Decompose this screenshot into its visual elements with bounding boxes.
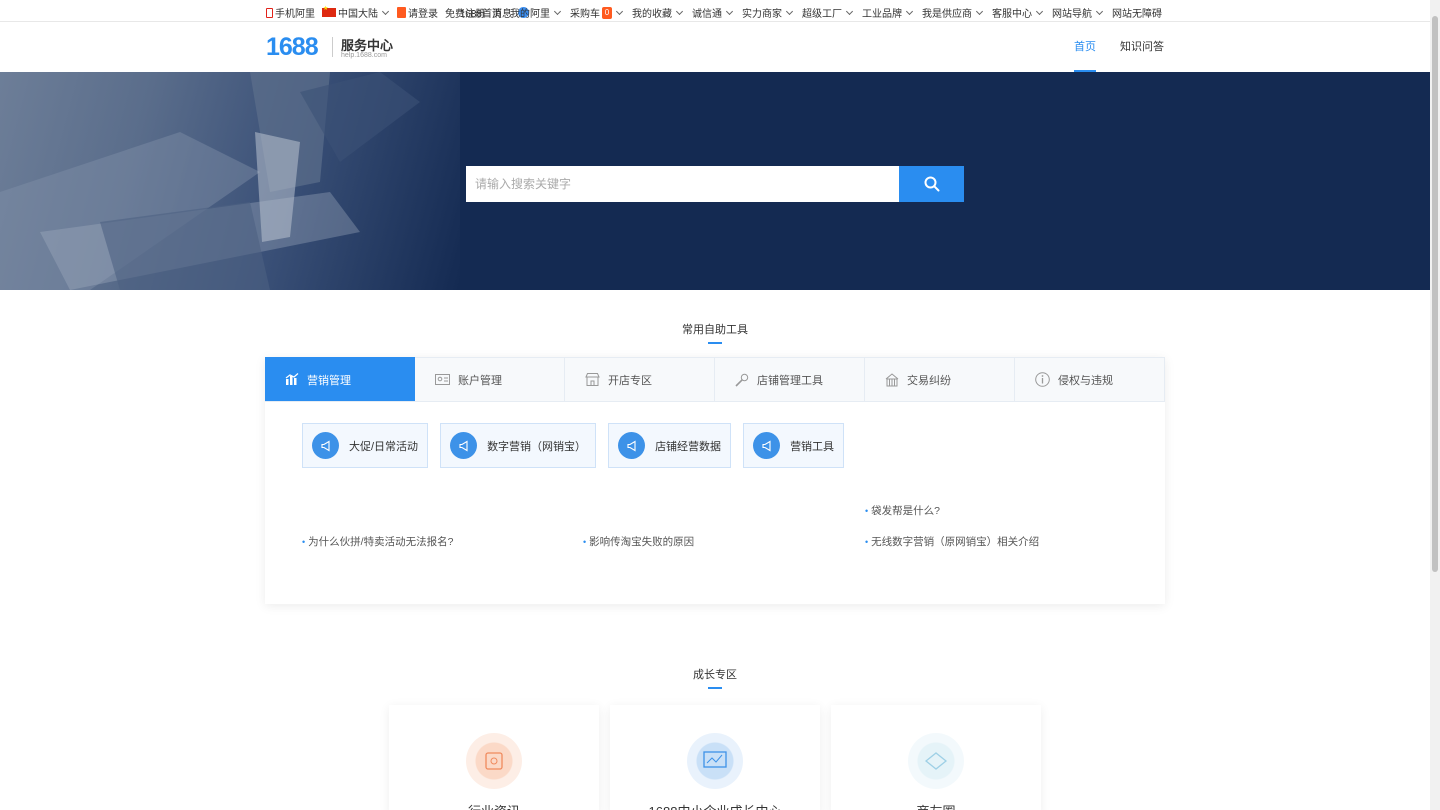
growth-card-business-circle[interactable]: 商友圈 xyxy=(831,705,1041,810)
main-nav: 首页 知识问答 xyxy=(1074,23,1164,72)
tools-panel: 营销管理 账户管理 开店专区 店铺管理工具 交易纠纷 侵权与违规 大促/日常活动… xyxy=(265,357,1165,604)
service-menu[interactable]: 客服中心 xyxy=(992,5,1044,20)
megaphone-icon xyxy=(618,432,646,459)
tab-disputes[interactable]: 交易纠纷 xyxy=(865,357,1015,401)
taobao-icon xyxy=(397,7,406,18)
tools-tabs: 营销管理 账户管理 开店专区 店铺管理工具 交易纠纷 侵权与违规 xyxy=(265,357,1165,402)
logo-1688[interactable]: 1688 xyxy=(266,33,319,62)
login-link[interactable]: 请登录 xyxy=(397,5,438,20)
chevron-down-icon xyxy=(845,7,854,15)
news-icon xyxy=(466,733,522,789)
growth-card-sme-center[interactable]: 1688中小企业成长中心 xyxy=(610,705,820,810)
chevron-down-icon xyxy=(381,7,390,15)
favorites-menu[interactable]: 我的收藏 xyxy=(632,5,684,20)
tab-account[interactable]: 账户管理 xyxy=(415,357,565,401)
hero-banner xyxy=(0,72,1430,290)
chevron-down-icon xyxy=(725,7,734,15)
growth-card-label: 行业资讯 xyxy=(389,801,599,810)
tab-shop-tools[interactable]: 店铺管理工具 xyxy=(715,357,865,401)
chevron-down-icon xyxy=(675,7,684,15)
megaphone-icon xyxy=(753,432,781,459)
chart-icon xyxy=(285,373,299,385)
logo-divider xyxy=(332,37,333,57)
chevron-down-icon xyxy=(1095,7,1104,15)
region-selector[interactable]: 中国大陆 xyxy=(322,5,390,20)
supplier-menu[interactable]: 我是供应商 xyxy=(922,5,984,20)
brand-menu[interactable]: 工业品牌 xyxy=(862,5,914,20)
search-bar xyxy=(466,166,964,202)
info-icon xyxy=(1035,372,1050,387)
machinery-illustration xyxy=(0,72,420,290)
chevron-down-icon xyxy=(1035,7,1044,15)
accessibility-link[interactable]: 网站无障碍 xyxy=(1112,5,1162,20)
tool-card-digital-marketing[interactable]: 数字营销（网销宝） xyxy=(440,423,597,468)
banner-machinery-image xyxy=(0,72,460,290)
mobile-ali-link[interactable]: 手机阿里 xyxy=(266,5,315,20)
page: 手机阿里 中国大陆 请登录 免费注册 消息 1688首页 我的阿里 采购车0 我… xyxy=(0,0,1440,810)
chevron-down-icon xyxy=(975,7,984,15)
nav-knowledge-qa[interactable]: 知识问答 xyxy=(1120,23,1164,72)
phone-icon xyxy=(266,7,273,18)
sitenav-menu[interactable]: 网站导航 xyxy=(1052,5,1104,20)
wrench-icon xyxy=(735,373,749,387)
chevron-down-icon xyxy=(905,7,914,15)
chevron-down-icon xyxy=(615,7,624,15)
faq-link[interactable]: 袋发帮是什么? xyxy=(865,503,940,518)
tool-card-promotions[interactable]: 大促/日常活动 xyxy=(302,423,429,468)
tab-open-shop[interactable]: 开店专区 xyxy=(565,357,715,401)
search-button[interactable] xyxy=(899,166,964,202)
search-input[interactable] xyxy=(466,166,899,202)
megaphone-icon xyxy=(450,432,478,459)
faq-link[interactable]: 为什么伙拼/特卖活动无法报名? xyxy=(302,534,453,549)
tools-section-title: 常用自助工具 xyxy=(0,321,1430,344)
growth-card-industry-news[interactable]: 行业资讯 xyxy=(389,705,599,810)
growth-card-label: 商友圈 xyxy=(831,801,1041,810)
monitor-chart-icon xyxy=(687,733,743,789)
tool-card-shop-data[interactable]: 店铺经营数据 xyxy=(608,423,732,468)
my-ali-menu[interactable]: 我的阿里 xyxy=(510,5,562,20)
merchants-menu[interactable]: 实力商家 xyxy=(742,5,794,20)
nav-home[interactable]: 首页 xyxy=(1074,23,1096,72)
faq-links: 袋发帮是什么? 为什么伙拼/特卖活动无法报名? 影响传淘宝失败的原因 无线数字营… xyxy=(302,497,1122,557)
page-scrollbar[interactable] xyxy=(1430,0,1440,810)
scale-icon xyxy=(885,372,899,386)
logo-subtitle: help.1688.com xyxy=(341,52,387,59)
faq-link[interactable]: 无线数字营销（原网销宝）相关介绍 xyxy=(865,534,1039,549)
growth-card-label: 1688中小企业成长中心 xyxy=(610,801,820,810)
topbar-right: 1688首页 我的阿里 采购车 0 我的收藏 诚信通 实力商家 超级工厂 工业品牌… xyxy=(460,5,1162,20)
cart-count-badge: 0 xyxy=(602,6,612,19)
handshake-icon xyxy=(908,733,964,789)
id-card-icon xyxy=(435,374,450,385)
tab-marketing[interactable]: 营销管理 xyxy=(265,357,415,401)
megaphone-icon xyxy=(312,432,339,459)
home-1688-link[interactable]: 1688首页 xyxy=(460,5,502,20)
factory-menu[interactable]: 超级工厂 xyxy=(802,5,854,20)
chevron-down-icon xyxy=(553,7,562,15)
growth-section-title: 成长专区 xyxy=(0,666,1430,689)
faq-link[interactable]: 影响传淘宝失败的原因 xyxy=(583,534,694,549)
china-flag-icon xyxy=(322,5,336,17)
title-underline xyxy=(708,687,722,689)
trust-menu[interactable]: 诚信通 xyxy=(692,5,734,20)
tab-infringement[interactable]: 侵权与违规 xyxy=(1015,357,1165,401)
title-underline xyxy=(708,342,722,344)
scrollbar-thumb[interactable] xyxy=(1432,16,1438,572)
top-utility-bar: 手机阿里 中国大陆 请登录 免费注册 消息 1688首页 我的阿里 采购车0 我… xyxy=(0,0,1430,22)
site-header: 1688 服务中心 help.1688.com 首页 知识问答 xyxy=(0,23,1430,72)
cart-menu[interactable]: 采购车 0 xyxy=(570,5,624,20)
chevron-down-icon xyxy=(785,7,794,15)
tool-card-marketing-tools[interactable]: 营销工具 xyxy=(743,423,845,468)
marketing-tool-cards: 大促/日常活动 数字营销（网销宝） 店铺经营数据 营销工具 xyxy=(302,423,845,468)
shop-icon xyxy=(585,373,600,386)
search-icon xyxy=(924,176,939,192)
